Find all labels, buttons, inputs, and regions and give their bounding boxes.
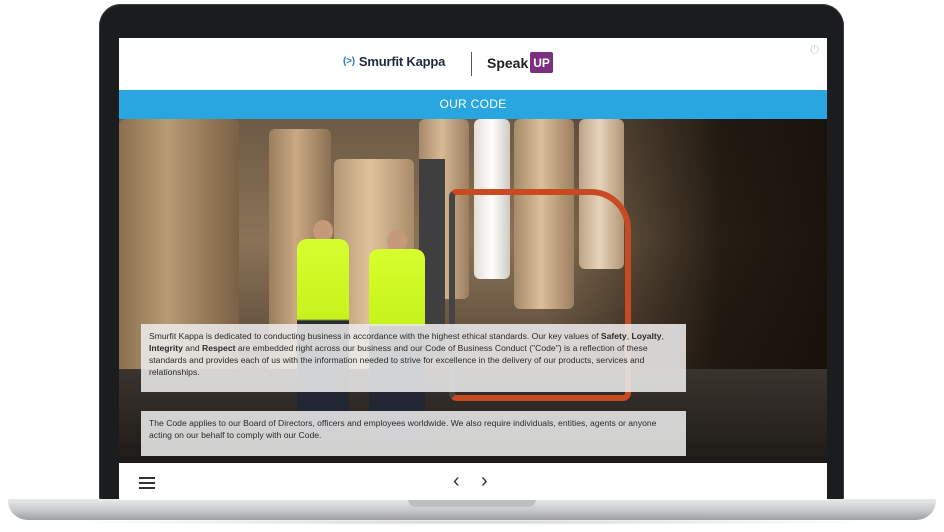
smurfit-kappa-logo: (>) Smurfit Kappa	[343, 54, 445, 69]
laptop-screen: (>) Smurfit Kappa Speak UP ⏻ OUR CODE Sm…	[119, 38, 827, 500]
intro-text-panel: Smurfit Kappa is dedicated to conducting…	[141, 324, 686, 392]
hero-image: Smurfit Kappa is dedicated to conducting…	[119, 119, 827, 463]
value-safety: Safety	[600, 331, 627, 341]
value-integrity: Integrity	[149, 343, 183, 353]
and-text: and	[185, 343, 200, 353]
brand-name: Smurfit Kappa	[358, 54, 446, 69]
brand-mark-icon: (>)	[343, 56, 355, 67]
value-loyalty: Loyalty	[631, 331, 662, 341]
section-title-bar: OUR CODE	[119, 90, 827, 119]
bottom-nav-bar: ‹ ›	[119, 463, 827, 500]
scope-text: The Code applies to our Board of Directo…	[149, 418, 657, 440]
section-title: OUR CODE	[439, 97, 507, 111]
page-header: (>) Smurfit Kappa Speak UP ⏻	[119, 38, 827, 90]
hamburger-menu-icon[interactable]	[139, 477, 155, 489]
up-badge: UP	[530, 52, 553, 73]
scope-text-panel: The Code applies to our Board of Directo…	[141, 411, 686, 456]
laptop-notch	[408, 499, 536, 507]
previous-arrow-icon[interactable]: ‹	[453, 469, 460, 493]
speakup-logo: Speak UP	[487, 52, 553, 73]
value-respect: Respect	[202, 343, 236, 353]
laptop-shadow	[60, 519, 884, 525]
logo-divider	[471, 52, 472, 76]
intro-text-start: Smurfit Kappa is dedicated to conducting…	[149, 331, 601, 341]
power-icon[interactable]: ⏻	[810, 44, 819, 57]
next-arrow-icon[interactable]: ›	[481, 469, 488, 493]
speak-text: Speak	[487, 54, 529, 71]
